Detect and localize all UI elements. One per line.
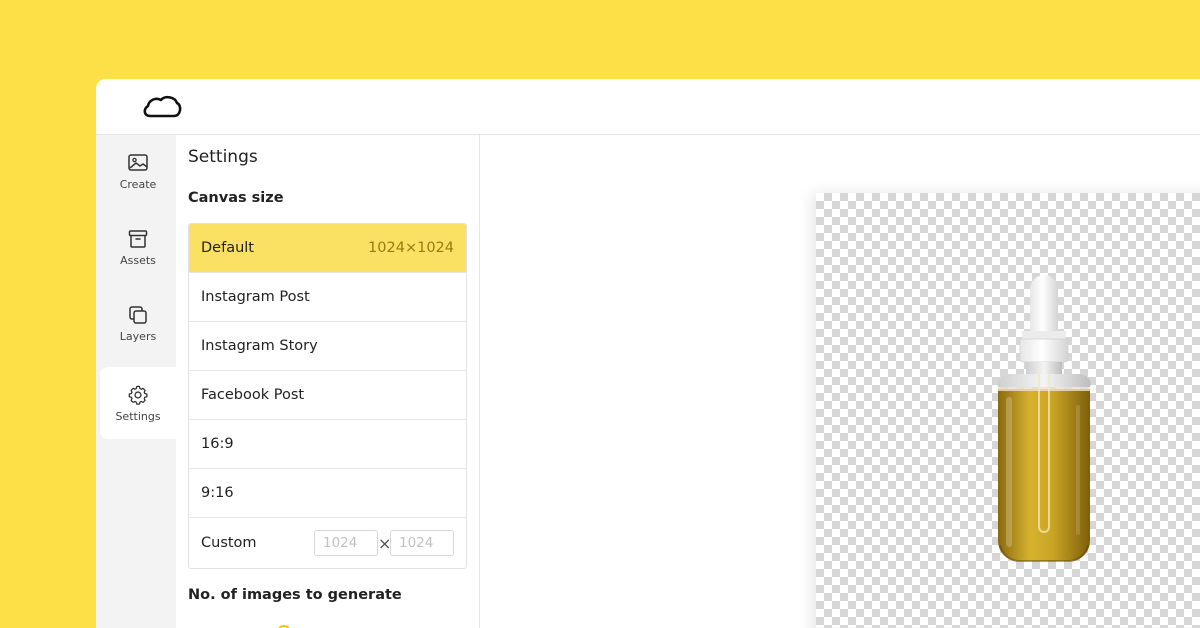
size-option-instagram-post[interactable]: Instagram Post (189, 273, 466, 322)
serum-bottle-image (997, 275, 1091, 562)
size-option-label: Custom (201, 535, 257, 551)
settings-panel: Settings Canvas size Default 1024×1024 I… (176, 135, 480, 628)
sidebar-item-label: Assets (120, 253, 156, 267)
sidebar-item-settings[interactable]: Settings (100, 367, 176, 439)
canvas-size-list: Default 1024×1024 Instagram Post Instagr… (188, 223, 467, 569)
archive-box-icon (128, 229, 148, 248)
size-option-label: Facebook Post (201, 387, 305, 403)
size-option-label: 9:16 (201, 485, 234, 501)
size-option-label: 16:9 (201, 436, 234, 452)
custom-height-input[interactable] (390, 530, 454, 556)
size-option-label: Default (201, 240, 254, 256)
size-option-custom[interactable]: Custom × (189, 518, 466, 568)
size-option-9-16[interactable]: 9:16 (189, 469, 466, 518)
size-option-default[interactable]: Default 1024×1024 (189, 224, 466, 273)
panel-title: Settings (188, 147, 258, 167)
sidebar-item-label: Settings (115, 409, 161, 423)
canvas-area (480, 135, 1200, 628)
cloud-logo-icon[interactable] (142, 92, 182, 120)
sidebar-item-label: Create (119, 177, 157, 191)
top-bar (96, 79, 1200, 135)
size-option-label: Instagram Story (201, 338, 318, 354)
canvas[interactable] (816, 193, 1200, 628)
size-option-instagram-story[interactable]: Instagram Story (189, 322, 466, 371)
custom-size-inputs: × (314, 530, 454, 556)
sidebar-item-assets[interactable]: Assets (100, 211, 176, 283)
size-option-dims: 1024×1024 (368, 240, 454, 256)
sidebar-item-create[interactable]: Create (100, 135, 176, 207)
layers-icon (129, 305, 147, 324)
times-separator: × (378, 533, 392, 553)
gear-icon (128, 385, 148, 405)
sidebar-item-layers[interactable]: Layers (100, 287, 176, 359)
sidebar-item-label: Layers (119, 329, 157, 343)
sidebar: Create Assets Layers Settings (96, 135, 176, 628)
custom-width-input[interactable] (314, 530, 378, 556)
size-option-facebook-post[interactable]: Facebook Post (189, 371, 466, 420)
num-images-title: No. of images to generate (188, 587, 402, 603)
size-option-label: Instagram Post (201, 289, 310, 305)
image-icon (128, 153, 148, 171)
size-option-16-9[interactable]: 16:9 (189, 420, 466, 469)
canvas-size-title: Canvas size (188, 190, 284, 206)
app-window: Create Assets Layers Settings Settings C… (96, 79, 1200, 628)
